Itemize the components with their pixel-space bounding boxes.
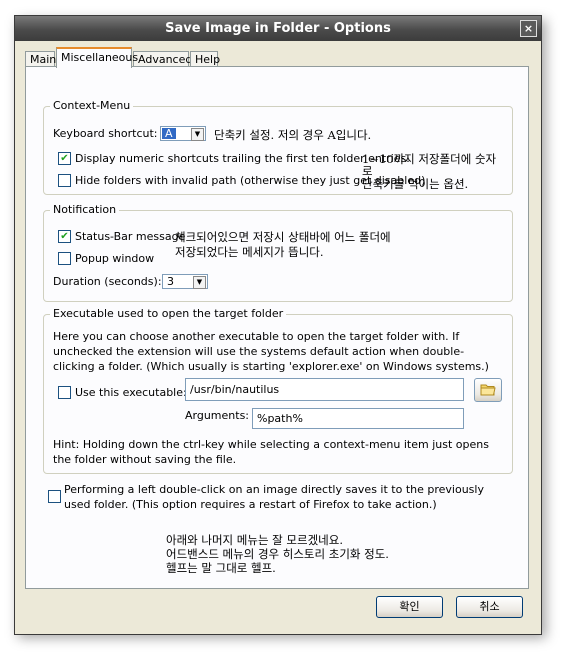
executable-description: Here you can choose another executable t… [53,330,489,373]
executable-path-input[interactable]: /usr/bin/nautilus [185,378,464,401]
cancel-button[interactable]: 취소 [456,596,523,618]
statusbar-checkbox[interactable]: ✔ [58,230,71,243]
display-numeric-label: Display numeric shortcuts trailing the f… [75,152,410,165]
tab-advanced[interactable]: Advanced [133,51,192,67]
doubleclick-checkbox[interactable] [48,490,61,503]
annotation-statusbar-1: 체크되어있으면 저장시 상태바에 어느 폴더에 [175,230,391,244]
annotation-shortcut: 단축키 설정. 저의 경우 A입니다. [214,128,372,142]
hide-folders-checkbox[interactable] [58,174,71,187]
doubleclick-label: Performing a left double-click on an ima… [64,483,484,511]
duration-select[interactable]: 3 ▼ [162,274,208,289]
executable-group: Executable used to open the target folde… [43,307,513,474]
keyboard-shortcut-select[interactable]: A ▼ [160,126,206,141]
close-button[interactable]: × [520,20,537,37]
executable-legend: Executable used to open the target folde… [50,307,287,321]
popup-checkbox[interactable] [58,252,71,265]
miscellaneous-panel: Context-Menu Keyboard shortcut: A ▼ 단축키 … [25,66,529,589]
duration-value: 3 [167,275,174,288]
hint-text: Hint: Holding down the ctrl-key while se… [53,438,489,466]
tab-help[interactable]: Help [190,51,220,67]
title-bar: Save Image in Folder - Options × [15,16,541,41]
context-menu-legend: Context-Menu [50,99,134,113]
notification-group: Notification ✔ Status-Bar message 체크되어있으… [43,203,513,302]
use-executable-checkbox[interactable] [58,386,71,399]
annotation-bottom-3: 헬프는 말 그대로 헬프. [166,561,276,575]
browse-button[interactable] [474,378,502,402]
keyboard-shortcut-value: A [162,128,176,139]
options-dialog: Save Image in Folder - Options × Main Mi… [14,15,542,635]
window-title: Save Image in Folder - Options [165,21,391,36]
annotation-statusbar-2: 저장되었다는 메세지가 뜹니다. [175,245,324,259]
notification-legend: Notification [50,203,120,217]
popup-label: Popup window [75,252,155,265]
tab-main[interactable]: Main [25,51,56,67]
annotation-numeric-3: 단축키를 먹이는 옵션. [362,177,469,191]
annotation-numeric-1: 1~10까지 저장폴더에 숫자 [362,152,497,166]
arguments-input[interactable]: %path% [252,408,464,429]
display-numeric-checkbox[interactable]: ✔ [58,152,71,165]
keyboard-shortcut-label: Keyboard shortcut: [53,127,158,140]
tab-miscellaneous[interactable]: Miscellaneous [56,47,138,68]
chevron-down-icon: ▼ [191,128,204,141]
duration-label: Duration (seconds): [53,275,162,288]
ok-button[interactable]: 확인 [376,596,443,618]
chevron-down-icon: ▼ [193,276,206,289]
statusbar-label: Status-Bar message [75,230,186,243]
folder-icon [480,384,496,396]
arguments-label: Arguments: [185,409,250,422]
use-executable-label: Use this executable: [75,386,187,399]
